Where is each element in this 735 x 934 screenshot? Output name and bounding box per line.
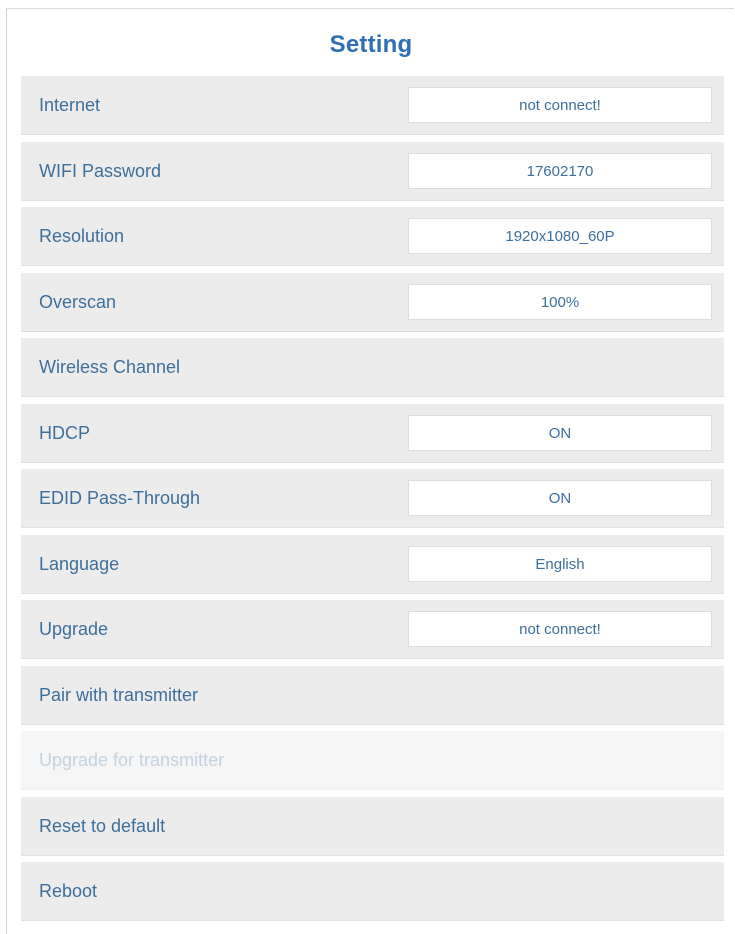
setting-row-internet[interactable]: Internet not connect! [21, 76, 724, 135]
reset-to-default-button[interactable]: Reset to default [21, 796, 724, 856]
setting-row-resolution[interactable]: Resolution 1920x1080_60P [21, 207, 724, 266]
setting-row-wireless-channel[interactable]: Wireless Channel [21, 338, 724, 397]
setting-row-overscan[interactable]: Overscan 100% [21, 272, 724, 332]
setting-value-wifi-password[interactable]: 17602170 [408, 152, 712, 189]
setting-value-language[interactable]: English [408, 545, 712, 582]
setting-row-wifi-password[interactable]: WIFI Password 17602170 [21, 141, 724, 201]
setting-row-hdcp[interactable]: HDCP ON [21, 403, 724, 463]
setting-label: Language [39, 553, 120, 574]
setting-label: Upgrade [39, 619, 109, 639]
setting-value-overscan[interactable]: 100% [408, 283, 712, 320]
setting-value-edid-pass-through[interactable]: ON [408, 480, 712, 516]
setting-value-upgrade[interactable]: not connect! [408, 611, 712, 647]
setting-value-internet[interactable]: not connect! [408, 87, 712, 123]
setting-label: Reset to default [39, 815, 166, 836]
setting-label: Pair with transmitter [39, 684, 199, 705]
setting-row-upgrade[interactable]: Upgrade not connect! [21, 600, 724, 659]
setting-label: Overscan [39, 291, 117, 312]
setting-label: WIFI Password [39, 160, 162, 181]
setting-value-hdcp[interactable]: ON [408, 414, 712, 451]
setting-label: Resolution [39, 226, 125, 246]
settings-list: Internet not connect! WIFI Password 1760… [21, 76, 724, 928]
setting-row-edid-pass-through[interactable]: EDID Pass-Through ON [21, 469, 724, 528]
setting-label: HDCP [39, 422, 91, 443]
setting-label: EDID Pass-Through [39, 488, 201, 508]
setting-label: Wireless Channel [39, 357, 181, 377]
setting-label: Upgrade for transmitter [39, 750, 225, 770]
upgrade-for-transmitter-button: Upgrade for transmitter [21, 731, 724, 790]
settings-panel: Setting Internet not connect! WIFI Passw… [6, 8, 734, 934]
setting-label: Internet [39, 95, 101, 115]
reboot-button[interactable]: Reboot [21, 862, 724, 921]
pair-with-transmitter-button[interactable]: Pair with transmitter [21, 665, 724, 725]
setting-row-language[interactable]: Language English [21, 534, 724, 594]
setting-label: Reboot [39, 881, 98, 901]
setting-value-resolution[interactable]: 1920x1080_60P [408, 218, 712, 254]
page-title: Setting [329, 31, 413, 58]
